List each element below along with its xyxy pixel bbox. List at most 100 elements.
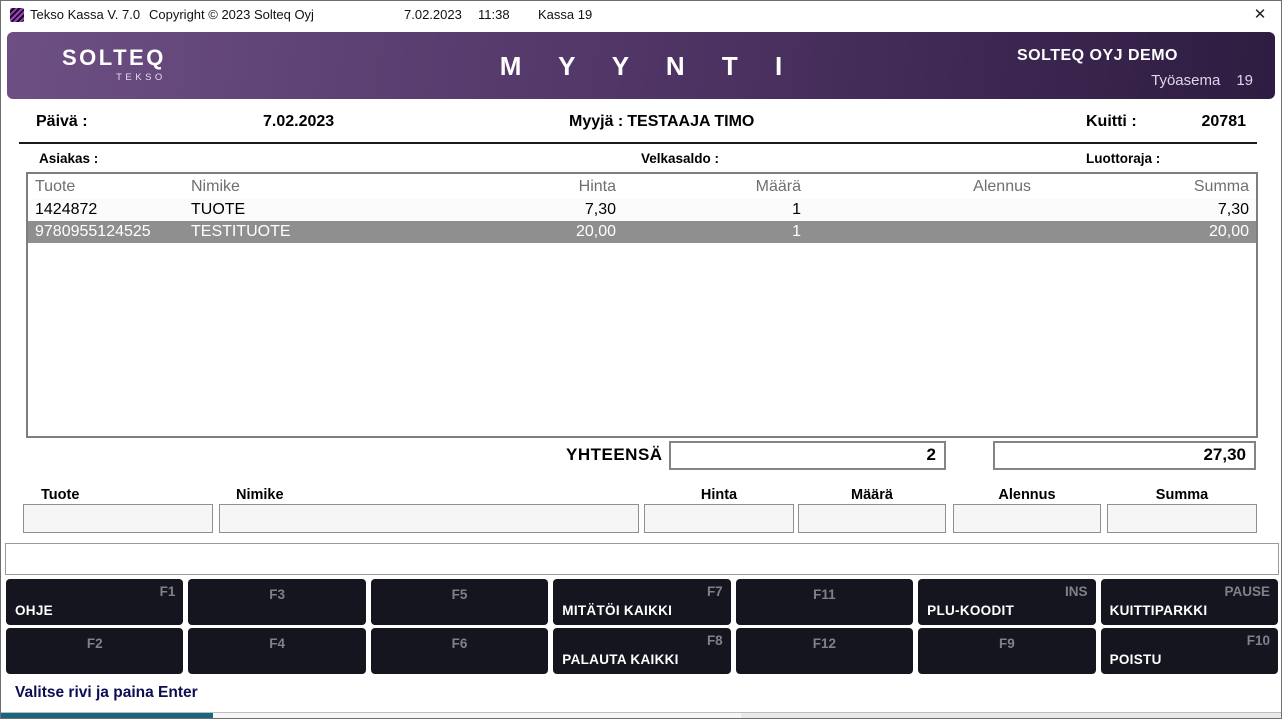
summa-input[interactable] bbox=[1107, 504, 1257, 533]
button-label: OHJE bbox=[15, 603, 53, 618]
plu-koodit-button[interactable]: INS PLU-KOODIT bbox=[918, 579, 1095, 625]
cell-hinta: 20,00 bbox=[468, 221, 623, 243]
app-icon bbox=[10, 8, 24, 22]
titlebar-date: 7.02.2023 bbox=[404, 7, 462, 22]
entry-label-tuote: Tuote bbox=[41, 487, 79, 503]
credit-label: Luottoraja : bbox=[1086, 151, 1160, 166]
debt-label: Velkasaldo : bbox=[641, 151, 719, 166]
entry-label-nimike: Nimike bbox=[236, 487, 284, 503]
cell-maara: 1 bbox=[623, 199, 808, 221]
register-number: Kassa 19 bbox=[538, 7, 592, 22]
seller-label: Myyjä : bbox=[569, 113, 623, 130]
company-name: SOLTEQ OYJ DEMO bbox=[1017, 47, 1178, 65]
total-quantity-box: 2 bbox=[669, 441, 946, 470]
entry-label-summa: Summa bbox=[1107, 487, 1257, 503]
cell-tuote: 9780955124525 bbox=[28, 221, 188, 243]
fkey-label: F4 bbox=[188, 636, 365, 651]
alennus-input[interactable] bbox=[953, 504, 1101, 533]
table-header-row: Tuote Nimike Hinta Määrä Alennus Summa bbox=[28, 174, 1256, 199]
fkey-label: F3 bbox=[188, 587, 365, 602]
f9-button[interactable]: F9 bbox=[918, 628, 1095, 674]
entry-label-hinta: Hinta bbox=[644, 487, 794, 503]
status-message: Valitse rivi ja paina Enter bbox=[15, 684, 198, 702]
button-label: MITÄTÖI KAIKKI bbox=[562, 603, 672, 618]
taskbar-strip bbox=[1, 712, 1281, 719]
col-header-summa: Summa bbox=[1038, 174, 1256, 199]
nimike-input[interactable] bbox=[219, 504, 639, 533]
ohje-button[interactable]: F1 OHJE bbox=[6, 579, 183, 625]
scan-input-bar[interactable] bbox=[5, 543, 1279, 575]
poistu-button[interactable]: F10 POISTU bbox=[1101, 628, 1278, 674]
col-header-nimike: Nimike bbox=[188, 174, 468, 199]
fkey-label: PAUSE bbox=[1224, 584, 1270, 599]
button-label: PALAUTA KAIKKI bbox=[562, 652, 678, 667]
customer-label: Asiakas : bbox=[39, 151, 98, 166]
col-header-maara: Määrä bbox=[623, 174, 808, 199]
fkey-label: INS bbox=[1065, 584, 1088, 599]
taskbar-light-segment bbox=[213, 713, 741, 719]
cell-tuote: 1424872 bbox=[28, 199, 188, 221]
total-sum-box: 27,30 bbox=[993, 441, 1256, 470]
workstation-label: Työasema bbox=[1151, 72, 1220, 89]
entry-label-alennus: Alennus bbox=[953, 487, 1101, 503]
col-header-alennus: Alennus bbox=[808, 174, 1038, 199]
f4-button[interactable]: F4 bbox=[188, 628, 365, 674]
entry-label-maara: Määrä bbox=[798, 487, 946, 503]
cell-alennus bbox=[808, 199, 1038, 221]
cell-alennus bbox=[808, 221, 1038, 243]
fkey-label: F5 bbox=[371, 587, 548, 602]
mitatoi-kaikki-button[interactable]: F7 MITÄTÖI KAIKKI bbox=[553, 579, 730, 625]
section-divider bbox=[19, 142, 1257, 144]
cell-maara: 1 bbox=[623, 221, 808, 243]
cell-nimike: TESTITUOTE bbox=[188, 221, 468, 243]
f11-button[interactable]: F11 bbox=[736, 579, 913, 625]
fkey-label: F1 bbox=[160, 584, 176, 599]
tuote-input[interactable] bbox=[23, 504, 213, 533]
close-icon[interactable]: ✕ bbox=[1249, 5, 1271, 25]
button-label: KUITTIPARKKI bbox=[1110, 603, 1208, 618]
date-label: Päivä : bbox=[36, 113, 88, 131]
f3-button[interactable]: F3 bbox=[188, 579, 365, 625]
fkey-label: F8 bbox=[707, 633, 723, 648]
f6-button[interactable]: F6 bbox=[371, 628, 548, 674]
palauta-kaikki-button[interactable]: F8 PALAUTA KAIKKI bbox=[553, 628, 730, 674]
seller-value: TESTAAJA TIMO bbox=[627, 113, 754, 130]
hinta-input[interactable] bbox=[644, 504, 794, 533]
title-bar: Tekso Kassa V. 7.0 Copyright © 2023 Solt… bbox=[1, 1, 1281, 29]
app-window: Tekso Kassa V. 7.0 Copyright © 2023 Solt… bbox=[0, 0, 1282, 719]
fkey-label: F6 bbox=[371, 636, 548, 651]
cell-nimike: TUOTE bbox=[188, 199, 468, 221]
button-label: PLU-KOODIT bbox=[927, 603, 1014, 618]
receipt-value: 20781 bbox=[1169, 113, 1246, 131]
workstation-info: Työasema 19 bbox=[1151, 72, 1253, 89]
copyright-text: Copyright © 2023 Solteq Oyj bbox=[149, 7, 314, 22]
f12-button[interactable]: F12 bbox=[736, 628, 913, 674]
fkey-label: F7 bbox=[707, 584, 723, 599]
f5-button[interactable]: F5 bbox=[371, 579, 548, 625]
fkey-label: F10 bbox=[1247, 633, 1270, 648]
taskbar-teal-segment bbox=[1, 713, 213, 719]
fkey-label: F11 bbox=[736, 587, 913, 602]
seller-info: Myyjä :TESTAAJA TIMO bbox=[569, 113, 758, 131]
cell-summa: 20,00 bbox=[1038, 221, 1256, 243]
f2-button[interactable]: F2 bbox=[6, 628, 183, 674]
fkey-label: F2 bbox=[6, 636, 183, 651]
function-key-panel: F1 OHJE F3 F5 F7 MITÄTÖI KAIKKI F11 INS … bbox=[6, 579, 1278, 674]
table-row[interactable]: 1424872 TUOTE 7,30 1 7,30 bbox=[28, 199, 1256, 221]
cell-summa: 7,30 bbox=[1038, 199, 1256, 221]
table-row-selected[interactable]: 9780955124525 TESTITUOTE 20,00 1 20,00 bbox=[28, 221, 1256, 243]
workstation-value: 19 bbox=[1236, 72, 1253, 89]
fkey-label: F9 bbox=[918, 636, 1095, 651]
window-title: Tekso Kassa V. 7.0 bbox=[30, 7, 140, 22]
col-header-hinta: Hinta bbox=[468, 174, 623, 199]
sale-lines-table: Tuote Nimike Hinta Määrä Alennus Summa 1… bbox=[26, 172, 1258, 438]
total-label: YHTEENSÄ bbox=[566, 445, 663, 465]
fkey-label: F12 bbox=[736, 636, 913, 651]
date-value: 7.02.2023 bbox=[263, 113, 334, 131]
receipt-label: Kuitti : bbox=[1086, 113, 1137, 131]
maara-input[interactable] bbox=[798, 504, 946, 533]
titlebar-time: 11:38 bbox=[478, 7, 510, 22]
kuittiparkki-button[interactable]: PAUSE KUITTIPARKKI bbox=[1101, 579, 1278, 625]
page-header: SOLTEQ TEKSO M Y Y N T I SOLTEQ OYJ DEMO… bbox=[7, 32, 1275, 99]
cell-hinta: 7,30 bbox=[468, 199, 623, 221]
